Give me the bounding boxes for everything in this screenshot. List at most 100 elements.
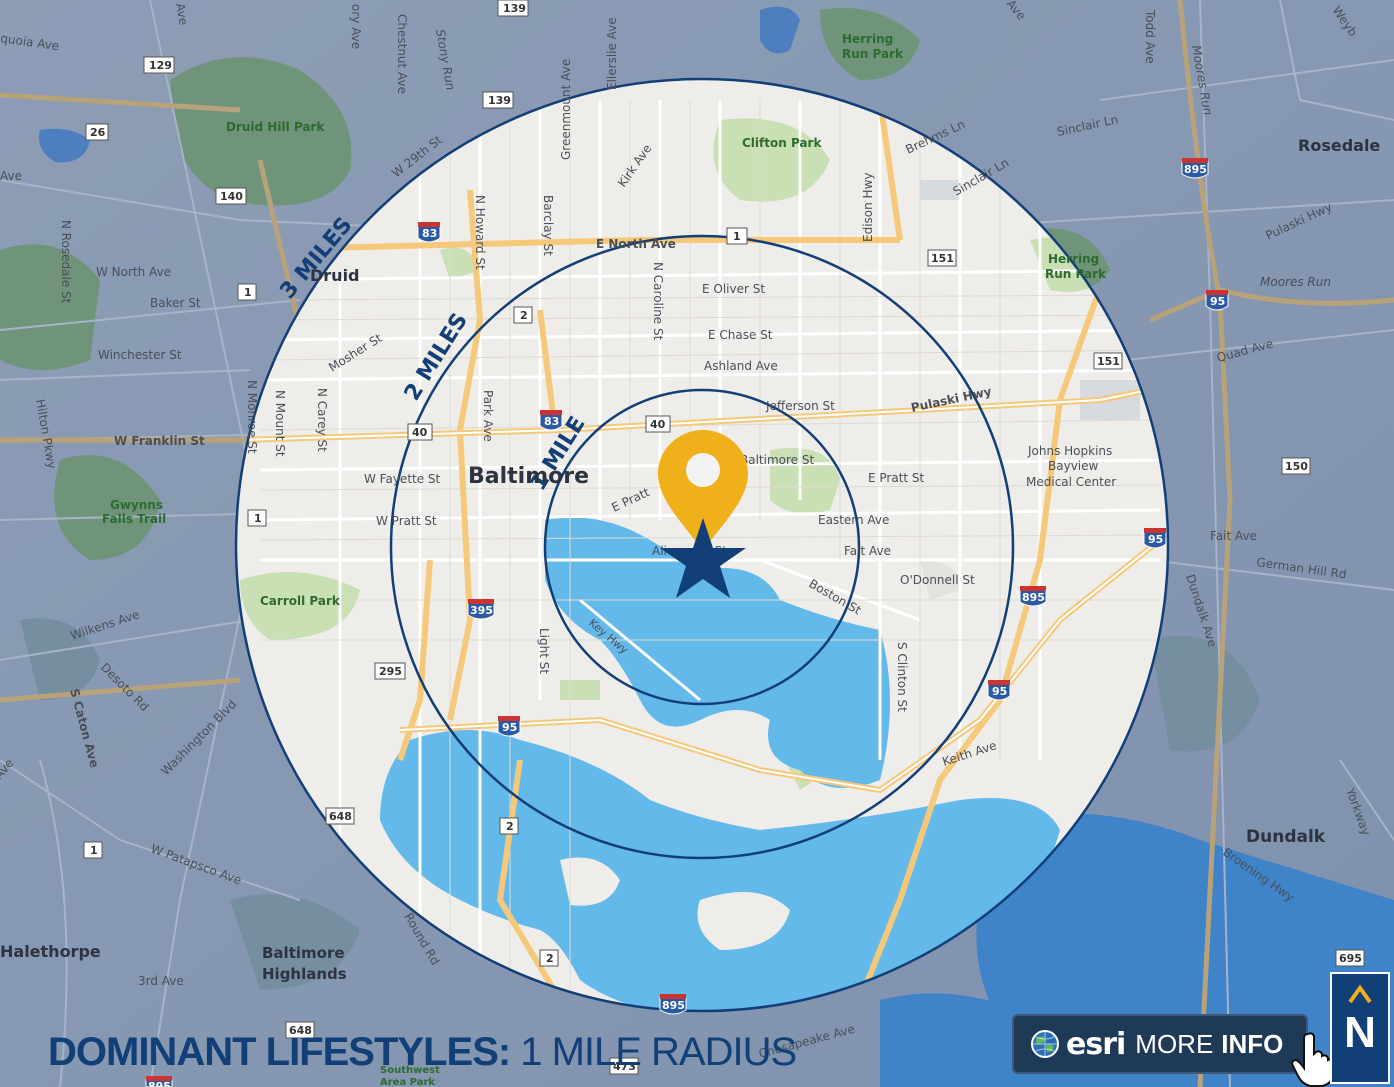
street-label: N Mount St [273,390,287,457]
city-label-druid: Druid [310,266,360,285]
svg-text:83: 83 [422,227,437,240]
svg-text:2: 2 [546,952,554,965]
page-title: DOMINANT LIFESTYLES: 1 MILE RADIUS [48,1024,797,1080]
shield-1-a: 1 [237,283,257,301]
park-label-druid-hill: Druid Hill Park [226,120,325,134]
street-label: Ellerslie Ave [605,17,619,90]
street-label: Fait Ave [844,544,891,558]
shield-151-b: 151 [1093,352,1123,370]
esri-more-info-button[interactable]: esri MORE INFO [1012,1014,1308,1074]
map[interactable]: 1 MILE 2 MILES 3 MILES Baltimore Druid R… [0,0,1394,1087]
shield-129: 129 [143,56,175,74]
svg-text:95: 95 [992,685,1007,698]
city-label-dundalk: Dundalk [1246,827,1326,847]
shield-40-a: 40 [407,423,433,441]
shield-895-b: 895 [1019,586,1047,607]
street-label: Eastern Ave [818,513,889,527]
svg-text:151: 151 [1097,355,1120,368]
globe-icon [1031,1030,1059,1058]
svg-text:1: 1 [254,512,262,525]
park-label-herring-run2-2: Run Park [1045,267,1107,281]
svg-text:1: 1 [733,230,741,243]
svg-text:895: 895 [1184,163,1207,176]
north-arrow: N [1330,972,1390,1084]
street-label: O'Donnell St [900,573,975,587]
shield-95-d: 95 [1205,290,1229,311]
shield-1-b: 1 [247,509,267,527]
shield-2-b: 2 [499,817,519,835]
park-label-gwynns-2: Falls Trail [102,512,166,526]
street-label: Winchester St [98,348,182,362]
street-label: E Pratt St [868,471,925,485]
poi-label-jh-3: Medical Center [1026,475,1116,489]
street-label: Ave [0,169,22,183]
svg-text:151: 151 [931,252,954,265]
shield-648-a: 648 [325,807,355,825]
street-label: N Monroe St [245,380,259,454]
svg-text:1: 1 [244,286,252,299]
title-light: 1 MILE RADIUS [520,1030,797,1074]
city-label-baltimore-highlands-1: Baltimore [262,944,345,962]
street-label: Ashland Ave [704,359,778,373]
shield-295: 295 [374,662,406,680]
shield-1-c: 1 [83,841,103,859]
street-label: E North Ave [596,237,676,251]
shield-95-c: 95 [1143,528,1167,549]
svg-text:895: 895 [662,999,685,1012]
street-label: W North Ave [96,265,171,279]
svg-text:40: 40 [650,418,666,431]
shield-151-a: 151 [927,249,957,267]
title-bold: DOMINANT LIFESTYLES: [48,1030,511,1074]
street-label: W Fayette St [364,472,441,486]
street-label: Barclay St [541,195,555,256]
shield-395: 395 [467,599,495,620]
shield-140: 140 [215,187,247,205]
svg-text:95: 95 [502,721,517,734]
park-label-herring-run-1: Herring [842,32,893,46]
street-label: W Pratt St [376,514,437,528]
street-label: ory Ave [349,4,363,49]
shield-895-c: 895 [659,994,687,1015]
svg-text:26: 26 [90,126,106,139]
shield-83-b: 83 [539,410,563,431]
street-label: E Oliver St [702,282,765,296]
info-label: INFO [1221,1028,1284,1059]
svg-text:2: 2 [506,820,514,833]
shield-2-a: 2 [513,306,533,324]
park-label-gwynns-1: Gwynns [110,498,163,512]
shield-95-b: 95 [987,680,1011,701]
shield-95-a: 95 [497,716,521,737]
street-label: W Franklin St [114,434,205,448]
street-label: N Carey St [315,388,329,452]
park-label-herring-run2-1: Herring [1048,252,1099,266]
city-label-halethorpe: Halethorpe [0,942,101,961]
svg-text:150: 150 [1285,460,1308,473]
svg-text:395: 395 [470,604,493,617]
poi-label-jh-1: Johns Hopkins [1027,444,1112,458]
street-label: Fait Ave [1210,529,1257,543]
north-arrow-icon [1348,984,1372,1004]
svg-text:895: 895 [1022,591,1045,604]
svg-text:139: 139 [488,94,511,107]
city-label-baltimore-highlands-2: Highlands [262,965,347,983]
shield-150: 150 [1281,457,1311,475]
esri-logo-text: esri [1066,1026,1126,1062]
svg-text:1: 1 [90,844,98,857]
street-label: Chestnut Ave [395,14,409,94]
svg-text:40: 40 [412,426,428,439]
shield-83-a: 83 [417,222,441,243]
svg-text:895: 895 [148,1080,171,1087]
map-pin-hole-icon [686,453,720,487]
park-label-herring-run-2: Run Park [842,47,904,61]
svg-text:95: 95 [1210,295,1225,308]
shield-1-d: 1 [726,227,748,245]
city-label-baltimore: Baltimore [468,464,589,489]
street-label: S Clinton St [895,642,909,712]
shield-26: 26 [85,123,109,141]
shield-40-b: 40 [645,415,671,433]
shield-139-a: 139 [497,0,529,17]
shield-2-c: 2 [539,949,559,967]
street-label: Jefferson St [765,399,835,413]
street-label: 3rd Ave [138,974,184,988]
svg-text:139: 139 [503,2,526,15]
